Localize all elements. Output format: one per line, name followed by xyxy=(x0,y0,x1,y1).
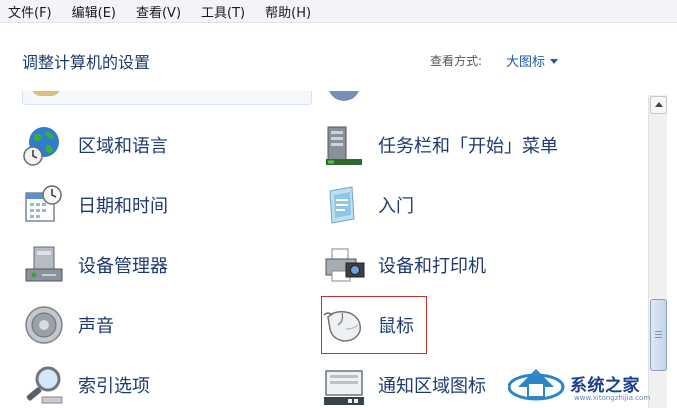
view-mode-label: 查看方式: xyxy=(430,54,483,68)
mouse-icon xyxy=(323,310,362,342)
item-label: 设备和打印机 xyxy=(378,256,486,277)
item-label: 设备管理器 xyxy=(78,256,168,277)
printer-camera-icon xyxy=(325,248,365,282)
item-label: 任务栏和「开始」菜单 xyxy=(378,136,558,157)
calendar-clock-icon xyxy=(25,185,62,222)
menu-view[interactable]: 查看(V) xyxy=(136,2,181,21)
menu-help[interactable]: 帮助(H) xyxy=(265,2,311,21)
item-device-manager[interactable]: 设备管理器 xyxy=(22,237,308,293)
view-mode-dropdown[interactable]: 大图标 xyxy=(506,51,559,70)
chevron-down-icon xyxy=(550,59,559,64)
item-sound[interactable]: 声音 xyxy=(22,297,308,353)
notification-tray-icon xyxy=(324,370,364,405)
page-title: 调整计算机的设置 xyxy=(22,53,151,72)
item-mouse[interactable]: 鼠标 xyxy=(321,296,427,354)
watermark-subtext: www.xitongzhijia.com xyxy=(574,394,651,402)
speaker-icon xyxy=(25,306,63,344)
scroll-up-button[interactable] xyxy=(650,96,667,114)
partial-item-icon xyxy=(328,91,360,101)
item-label: 区域和语言 xyxy=(78,136,168,157)
grip-line xyxy=(655,334,662,335)
item-label: 鼠标 xyxy=(378,316,414,337)
item-label: 日期和时间 xyxy=(78,196,168,217)
taskbar-tower-icon xyxy=(326,126,362,165)
control-panel-window: 文件(F) 编辑(E) 查看(V) 工具(T) 帮助(H) 调整计算机的设置 查… xyxy=(0,0,677,408)
item-getting-started[interactable]: 入门 xyxy=(322,177,608,233)
item-label: 通知区域图标 xyxy=(378,376,486,397)
device-manager-icon xyxy=(25,246,63,282)
magnifier-icon xyxy=(26,366,63,404)
item-devices-printers[interactable]: 设备和打印机 xyxy=(322,237,608,293)
item-region-language[interactable]: 区域和语言 xyxy=(22,117,308,173)
item-label: 入门 xyxy=(378,196,414,217)
item-label: 声音 xyxy=(78,316,114,337)
getting-started-icon xyxy=(329,186,355,224)
page-header: 调整计算机的设置 查看方式: 大图标 xyxy=(0,23,677,91)
grip-line xyxy=(655,331,662,332)
menu-bar: 文件(F) 编辑(E) 查看(V) 工具(T) 帮助(H) xyxy=(0,0,677,23)
watermark-text: 系统之家 xyxy=(570,375,640,396)
item-date-time[interactable]: 日期和时间 xyxy=(22,177,308,233)
watermark: 系统之家 www.xitongzhijia.com xyxy=(508,358,677,408)
view-mode-value: 大图标 xyxy=(506,55,546,70)
menu-edit[interactable]: 编辑(E) xyxy=(72,2,116,21)
menu-tools[interactable]: 工具(T) xyxy=(201,2,245,21)
grip-line xyxy=(655,337,662,338)
globe-clock-icon xyxy=(23,127,59,166)
partial-item-icon xyxy=(31,91,61,96)
partial-item-top-left[interactable] xyxy=(22,91,312,105)
item-taskbar-start-menu[interactable]: 任务栏和「开始」菜单 xyxy=(322,117,608,173)
watermark-logo-icon xyxy=(508,369,565,401)
item-indexing-options[interactable]: 索引选项 xyxy=(22,357,308,408)
item-label: 索引选项 xyxy=(78,376,150,397)
menu-file[interactable]: 文件(F) xyxy=(8,2,52,21)
